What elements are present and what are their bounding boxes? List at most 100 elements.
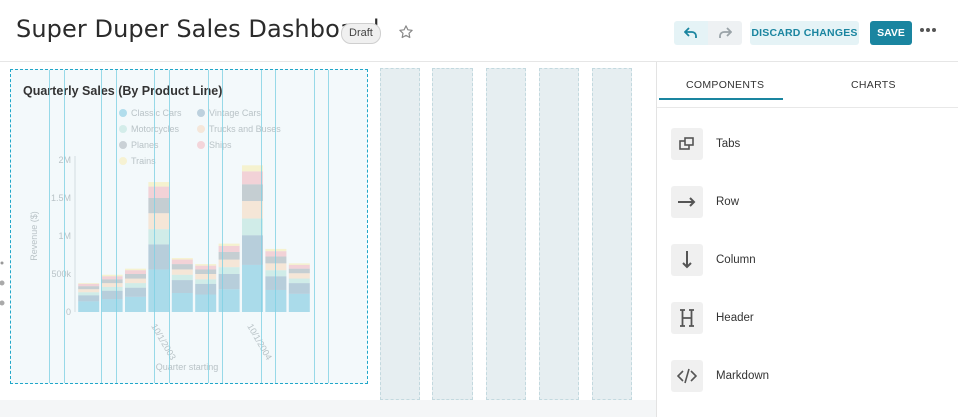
bar-segment bbox=[288, 264, 310, 269]
bar-segment bbox=[148, 198, 170, 214]
bar-segment bbox=[195, 265, 217, 270]
drag-handle[interactable] bbox=[0, 257, 6, 322]
grid-column bbox=[432, 68, 473, 400]
bar-segment bbox=[242, 184, 263, 202]
undo-icon bbox=[684, 27, 697, 38]
component-label: Header bbox=[716, 312, 754, 324]
bar-segment bbox=[242, 201, 263, 219]
legend-marker bbox=[119, 125, 127, 133]
legend-marker bbox=[119, 141, 127, 149]
bar-segment bbox=[125, 268, 146, 271]
legend-label: Trains bbox=[131, 156, 156, 166]
grid-column bbox=[592, 68, 632, 400]
bar-segment bbox=[125, 283, 146, 288]
legend-label: Motorcycles bbox=[131, 124, 180, 134]
bar-segment bbox=[218, 245, 240, 252]
component-item-header[interactable]: Header bbox=[657, 294, 958, 344]
bar-segment bbox=[148, 269, 170, 312]
bar-segment bbox=[101, 286, 123, 291]
bar-segment bbox=[242, 171, 263, 185]
bar-segment bbox=[78, 295, 100, 302]
legend-marker bbox=[197, 125, 205, 133]
chart-card[interactable]: Quarterly Sales (By Product Line) Classi… bbox=[10, 69, 368, 384]
builder-sidebar: COMPONENTS CHARTS Tabs Row Column Header… bbox=[656, 62, 958, 417]
grid-column bbox=[486, 68, 526, 400]
x-axis-label: Quarter starting bbox=[156, 362, 219, 372]
drag-handle-icon bbox=[0, 261, 5, 306]
legend-marker bbox=[197, 109, 205, 117]
bar-segment bbox=[288, 263, 310, 265]
component-item-row[interactable]: Row bbox=[657, 178, 958, 228]
bar-segment bbox=[265, 270, 287, 277]
redo-icon bbox=[719, 27, 732, 38]
component-item-tabs[interactable]: Tabs bbox=[657, 120, 958, 170]
tab-components[interactable]: COMPONENTS bbox=[686, 79, 764, 91]
bar-segment bbox=[195, 269, 217, 274]
y-tick-label: 500k bbox=[51, 269, 71, 279]
y-axis-label: Revenue ($) bbox=[29, 211, 39, 261]
dashboard-title[interactable]: Super Duper Sales Dashboard bbox=[16, 15, 380, 43]
redo-button[interactable] bbox=[708, 21, 742, 45]
bar-segment bbox=[288, 273, 310, 279]
save-button[interactable]: SAVE bbox=[870, 21, 912, 45]
component-item-markdown[interactable]: Markdown bbox=[657, 352, 958, 402]
bar-segment bbox=[78, 301, 100, 312]
stacked-bar-chart: Classic Cars Vintage Cars Motorcycles Truck… bbox=[29, 108, 310, 372]
legend-marker bbox=[119, 157, 127, 165]
legend-label: Planes bbox=[131, 140, 159, 150]
bar-segment bbox=[101, 279, 123, 284]
bar-segment bbox=[195, 294, 217, 312]
bar-segment bbox=[265, 251, 287, 257]
canvas-bottom-strip bbox=[0, 400, 656, 417]
discard-changes-button[interactable]: DISCARD CHANGES bbox=[750, 21, 859, 45]
bar-segment bbox=[101, 283, 123, 287]
bar-segment bbox=[288, 278, 310, 284]
bar-segment bbox=[101, 299, 123, 312]
bar-segment bbox=[171, 259, 193, 265]
bar-segment bbox=[288, 268, 310, 274]
y-tick-label: 2M bbox=[58, 155, 71, 165]
bar-segment bbox=[78, 292, 100, 296]
y-tick-label: 0 bbox=[66, 307, 71, 317]
legend-label: Ships bbox=[209, 140, 232, 150]
bar-segment bbox=[195, 274, 217, 280]
bar-segment bbox=[171, 258, 193, 260]
status-badge: Draft bbox=[341, 23, 381, 44]
undo-button[interactable] bbox=[674, 21, 708, 45]
bar-segment bbox=[218, 251, 240, 260]
component-label: Markdown bbox=[716, 370, 770, 382]
component-item-column[interactable]: Column bbox=[657, 236, 958, 286]
component-label: Row bbox=[716, 196, 740, 208]
bar-segment bbox=[148, 182, 170, 187]
bar-segment bbox=[78, 286, 100, 290]
bar-segment bbox=[218, 259, 240, 268]
bar-segment bbox=[288, 293, 310, 312]
bar-segment bbox=[218, 274, 240, 290]
bar-segment bbox=[218, 267, 240, 274]
bar-segment bbox=[288, 283, 310, 294]
bar-segment bbox=[195, 279, 217, 284]
bar-segment bbox=[125, 296, 146, 312]
header-h-icon bbox=[671, 302, 703, 334]
legend-label: Classic Cars bbox=[131, 108, 182, 118]
bar-segment bbox=[242, 165, 263, 172]
row-arrow-icon bbox=[671, 186, 703, 218]
bar-segment bbox=[148, 213, 170, 230]
legend-marker bbox=[119, 109, 127, 117]
grid-column bbox=[380, 68, 420, 400]
bar-segment bbox=[171, 280, 193, 293]
more-options-icon[interactable] bbox=[920, 28, 940, 34]
tab-charts[interactable]: CHARTS bbox=[851, 79, 896, 91]
grid-column bbox=[539, 68, 579, 400]
bar-segment bbox=[265, 289, 287, 312]
tabs-icon bbox=[671, 128, 703, 160]
star-icon[interactable] bbox=[398, 24, 414, 40]
component-label: Tabs bbox=[716, 138, 741, 150]
bar-segment bbox=[78, 283, 100, 284]
active-tab-indicator bbox=[659, 98, 783, 100]
legend-label: Trucks and Buses bbox=[209, 124, 281, 134]
bar-segment bbox=[148, 244, 170, 270]
bar-segment bbox=[242, 264, 263, 312]
bar-segment bbox=[218, 289, 240, 312]
legend-label: Vintage Cars bbox=[209, 108, 261, 118]
